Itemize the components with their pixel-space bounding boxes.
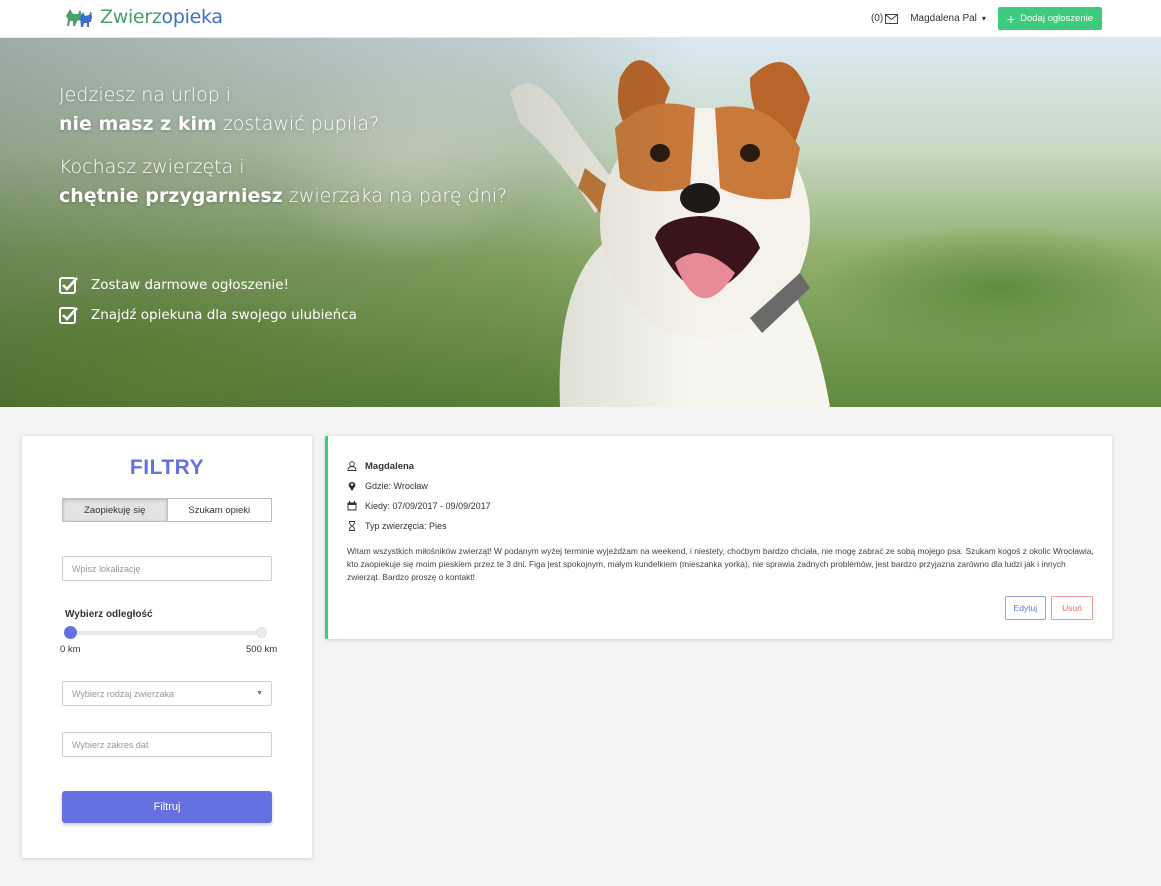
- user-icon: [347, 461, 357, 471]
- animal-type-select[interactable]: Wybierz rodzaj zwierzaka ▼: [62, 681, 272, 706]
- nav-right-group: (0) Magdalena Pal ▾ + Dodaj ogłoszenie: [871, 7, 1102, 30]
- chevron-down-icon: ▾: [981, 14, 986, 23]
- checkbox-checked-icon: [59, 307, 78, 324]
- mode-toggle: Zaopiekuję się Szukam opieki: [62, 498, 272, 522]
- listing-location-row: Gdzie: Wrocław: [347, 476, 491, 496]
- hero-line-3: Kochasz zwierzęta i: [59, 156, 245, 178]
- listing-animal-row: Typ zwierzęcia: Pies: [347, 516, 491, 536]
- top-navbar: Zwierzopieka (0) Magdalena Pal ▾ + Dodaj…: [0, 0, 1161, 38]
- filters-title: FILTRY: [129, 456, 205, 479]
- distance-slider-track[interactable]: [67, 631, 262, 635]
- brand-name-part1: Zwierz: [100, 6, 162, 28]
- checkbox-checked-icon: [59, 277, 78, 294]
- hero-line-2-rest: zostawić pupila?: [216, 113, 380, 135]
- benefit-text: Znajdź opiekuna dla swojego ulubieńca: [91, 307, 357, 323]
- hero-banner: Jedziesz na urlop i nie masz z kim zosta…: [0, 38, 1161, 407]
- map-marker-icon: [348, 482, 356, 491]
- distance-min-label: 0 km: [60, 644, 81, 655]
- user-name: Magdalena Pal: [910, 13, 977, 24]
- listing-meta: Magdalena Gdzie: Wrocław Kiedy: 07/09/20…: [347, 456, 491, 536]
- hero-line-4-bold: chętnie przygarniesz: [59, 185, 283, 207]
- hero-line-4-rest: zwierzaka na parę dni?: [282, 185, 508, 207]
- calendar-icon: [347, 501, 357, 511]
- hero-benefits: Zostaw darmowe ogłoszenie! Znajdź opieku…: [59, 270, 357, 330]
- envelope-icon: [885, 13, 899, 24]
- hero-headline: Jedziesz na urlop i nie masz z kim zosta…: [59, 81, 507, 211]
- filter-submit-button[interactable]: Filtruj: [62, 791, 272, 823]
- listing-actions: Edytuj Usuń: [1004, 596, 1093, 620]
- distance-label: Wybierz odległość: [65, 609, 153, 620]
- date-range-input[interactable]: Wybierz zakres dat: [62, 732, 272, 757]
- benefit-item: Znajdź opiekuna dla swojego ulubieńca: [59, 300, 357, 330]
- animal-type-placeholder: Wybierz rodzaj zwierzaka: [72, 688, 174, 699]
- filters-panel: FILTRY Zaopiekuję się Szukam opieki Wpis…: [22, 436, 312, 858]
- add-listing-button[interactable]: + Dodaj ogłoszenie: [997, 7, 1102, 30]
- benefit-item: Zostaw darmowe ogłoszenie!: [59, 270, 357, 300]
- add-listing-label: Dodaj ogłoszenie: [1020, 13, 1093, 24]
- listing-animal-type: Typ zwierzęcia: Pies: [365, 521, 447, 531]
- chevron-down-icon: ▼: [256, 690, 263, 697]
- listing-author: Magdalena: [365, 460, 415, 472]
- listing-dates-row: Kiedy: 07/09/2017 - 09/09/2017: [347, 496, 491, 516]
- hero-line-1: Jedziesz na urlop i: [59, 84, 232, 106]
- hero-line-2: nie masz z kim zostawić pupila?: [59, 110, 507, 139]
- distance-slider-max-handle[interactable]: [256, 627, 267, 638]
- listing-location: Gdzie: Wrocław: [365, 481, 428, 491]
- benefit-text: Zostaw darmowe ogłoszenie!: [91, 277, 290, 293]
- distance-slider-handle[interactable]: [64, 626, 77, 639]
- plus-icon: +: [1006, 10, 1016, 27]
- listing-description: Witam wszystkich miłośników zwierząt! W …: [347, 546, 1094, 582]
- dog-cat-logo-icon: [66, 9, 92, 27]
- brand-name: Zwierzopieka: [100, 6, 223, 28]
- brand-name-part2: opieka: [161, 6, 223, 28]
- hero-line-2-bold: nie masz z kim: [59, 113, 217, 135]
- user-menu[interactable]: Magdalena Pal ▾: [910, 13, 986, 24]
- listing-author-row: Magdalena: [347, 456, 491, 476]
- tab-care-offer[interactable]: Zaopiekuję się: [63, 499, 168, 521]
- messages-link[interactable]: (0): [870, 13, 899, 24]
- listing-card: Magdalena Gdzie: Wrocław Kiedy: 07/09/20…: [325, 436, 1112, 639]
- hero-line-4: chętnie przygarniesz zwierzaka na parę d…: [59, 182, 507, 211]
- location-input[interactable]: Wpisz lokalizację: [62, 556, 272, 581]
- hourglass-icon: [349, 521, 355, 531]
- listing-dates: Kiedy: 07/09/2017 - 09/09/2017: [365, 501, 491, 511]
- delete-listing-button[interactable]: Usuń: [1051, 596, 1093, 620]
- distance-max-label: 500 km: [246, 644, 278, 655]
- logo-link[interactable]: Zwierzopieka: [64, 6, 223, 28]
- messages-count: (0): [870, 13, 884, 24]
- edit-listing-button[interactable]: Edytuj: [1004, 596, 1047, 620]
- tab-care-search[interactable]: Szukam opieki: [168, 499, 272, 521]
